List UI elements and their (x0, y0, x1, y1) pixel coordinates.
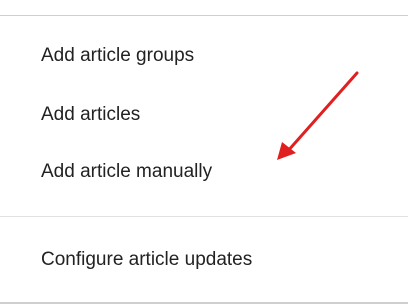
menu-item-configure-article-updates[interactable]: Configure article updates (41, 248, 252, 272)
context-menu: Add article groups Add articles Add arti… (0, 0, 408, 307)
menu-section-divider (0, 216, 408, 217)
menu-bottom-divider (0, 302, 408, 304)
menu-top-divider (0, 15, 408, 16)
menu-item-add-article-manually[interactable]: Add article manually (41, 160, 212, 184)
menu-item-add-articles[interactable]: Add articles (41, 103, 140, 127)
menu-item-add-article-groups[interactable]: Add article groups (41, 44, 194, 68)
